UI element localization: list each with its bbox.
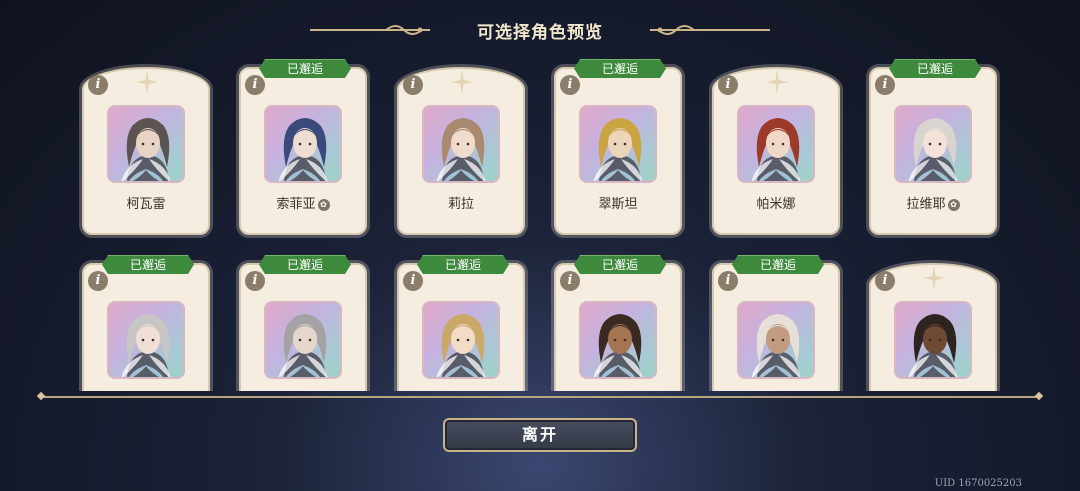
character-card[interactable]: 已邂逅i塔维尔 bbox=[82, 263, 210, 391]
info-icon[interactable]: i bbox=[875, 271, 895, 291]
character-portrait bbox=[422, 301, 500, 379]
info-icon[interactable]: i bbox=[88, 75, 108, 95]
met-badge: 已邂逅 bbox=[574, 255, 666, 274]
character-portrait bbox=[264, 301, 342, 379]
uid-label: UID 1670025203 bbox=[934, 478, 1022, 489]
character-name-text: 翠斯坦 bbox=[598, 197, 638, 212]
character-card[interactable]: 已邂逅i霞羽 bbox=[554, 263, 682, 391]
character-card[interactable]: 已邂逅 i 翠斯坦 bbox=[554, 67, 682, 235]
leaf-ornament-icon bbox=[932, 159, 958, 181]
met-badge: 已邂逅 bbox=[574, 59, 666, 78]
character-card[interactable]: i 帕米娜 bbox=[712, 67, 840, 235]
character-card[interactable]: 已邂逅 i 索菲亚 ✿ bbox=[239, 67, 367, 235]
leaf-ornament-icon bbox=[932, 355, 958, 377]
character-grid: i柯瓦雷已邂逅i索菲亚✿i莉拉已邂逅i翠斯坦i帕米娜已邂逅i拉维耶✿已邂逅i塔维… bbox=[0, 55, 1080, 391]
variant-icon: ✿ bbox=[317, 199, 330, 211]
character-card[interactable]: 已邂逅i卡丽丝 bbox=[397, 263, 525, 391]
leaf-ornament-icon bbox=[302, 355, 328, 377]
met-badge: 已邂逅 bbox=[889, 59, 981, 78]
leaf-ornament-icon bbox=[460, 355, 486, 377]
character-portrait bbox=[894, 301, 972, 379]
character-portrait bbox=[737, 105, 815, 183]
info-icon[interactable]: i bbox=[560, 75, 580, 95]
character-name: 霞羽 bbox=[556, 389, 680, 391]
character-name: 阿佑吕 bbox=[871, 389, 995, 391]
character-portrait bbox=[422, 105, 500, 183]
met-badge: 已邂逅 bbox=[259, 255, 351, 274]
title-line-right bbox=[650, 29, 770, 31]
variant-icon: ✿ bbox=[947, 199, 960, 211]
leaf-ornament-icon bbox=[775, 355, 801, 377]
character-name: 阿加塔 bbox=[241, 389, 365, 391]
info-icon[interactable]: i bbox=[560, 271, 580, 291]
leaf-ornament-icon bbox=[145, 159, 171, 181]
sparkle-icon bbox=[136, 69, 158, 95]
character-name: 塔维尔 bbox=[84, 389, 208, 391]
character-name: 莉拉 bbox=[399, 193, 523, 212]
character-card[interactable]: i 莉拉 bbox=[397, 67, 525, 235]
leaf-ornament-icon bbox=[617, 159, 643, 181]
character-card[interactable]: 已邂逅i哈斯娜 bbox=[712, 263, 840, 391]
character-name-text: 帕米娜 bbox=[756, 197, 796, 212]
leaf-ornament-icon bbox=[617, 355, 643, 377]
leave-button[interactable]: 离开 bbox=[443, 418, 637, 452]
met-badge: 已邂逅 bbox=[102, 255, 194, 274]
info-icon[interactable]: i bbox=[245, 271, 265, 291]
met-badge: 已邂逅 bbox=[417, 255, 509, 274]
character-name: 帕米娜 bbox=[714, 193, 838, 212]
character-portrait bbox=[107, 301, 185, 379]
leaf-ornament-icon bbox=[775, 159, 801, 181]
info-icon[interactable]: i bbox=[88, 271, 108, 291]
character-portrait bbox=[107, 105, 185, 183]
info-icon[interactable]: i bbox=[875, 75, 895, 95]
character-name: 柯瓦雷 bbox=[84, 193, 208, 212]
character-name-text: 柯瓦雷 bbox=[126, 197, 166, 212]
character-name: 哈斯娜 bbox=[714, 389, 838, 391]
character-card[interactable]: 已邂逅 i 拉维耶 ✿ bbox=[869, 67, 997, 235]
character-portrait bbox=[264, 105, 342, 183]
leaf-ornament-icon bbox=[302, 159, 328, 181]
sparkle-icon bbox=[766, 69, 788, 95]
info-icon[interactable]: i bbox=[718, 271, 738, 291]
character-name: 翠斯坦 bbox=[556, 193, 680, 212]
character-portrait bbox=[894, 105, 972, 183]
character-name-text: 拉维耶 bbox=[906, 197, 946, 212]
character-name: 卡丽丝 bbox=[399, 389, 523, 391]
sparkle-icon bbox=[923, 265, 945, 291]
character-name: 索菲亚 ✿ bbox=[241, 193, 365, 212]
bottom-divider bbox=[42, 396, 1038, 398]
character-name-text: 莉拉 bbox=[447, 197, 474, 212]
leaf-ornament-icon bbox=[145, 355, 171, 377]
info-icon[interactable]: i bbox=[718, 75, 738, 95]
character-portrait bbox=[579, 105, 657, 183]
met-badge: 已邂逅 bbox=[259, 59, 351, 78]
met-badge: 已邂逅 bbox=[732, 255, 824, 274]
character-card[interactable]: 已邂逅i阿加塔 bbox=[239, 263, 367, 391]
leaf-ornament-icon bbox=[460, 159, 486, 181]
info-icon[interactable]: i bbox=[403, 75, 423, 95]
sparkle-icon bbox=[451, 69, 473, 95]
character-card[interactable]: i 柯瓦雷 bbox=[82, 67, 210, 235]
info-icon[interactable]: i bbox=[245, 75, 265, 95]
title-bar: 可选择角色预览 bbox=[300, 14, 780, 46]
character-portrait bbox=[579, 301, 657, 379]
character-name: 拉维耶 ✿ bbox=[871, 193, 995, 212]
character-portrait bbox=[737, 301, 815, 379]
character-name-text: 索菲亚 bbox=[276, 197, 316, 212]
info-icon[interactable]: i bbox=[403, 271, 423, 291]
character-card[interactable]: i 阿佑吕 bbox=[869, 263, 997, 391]
